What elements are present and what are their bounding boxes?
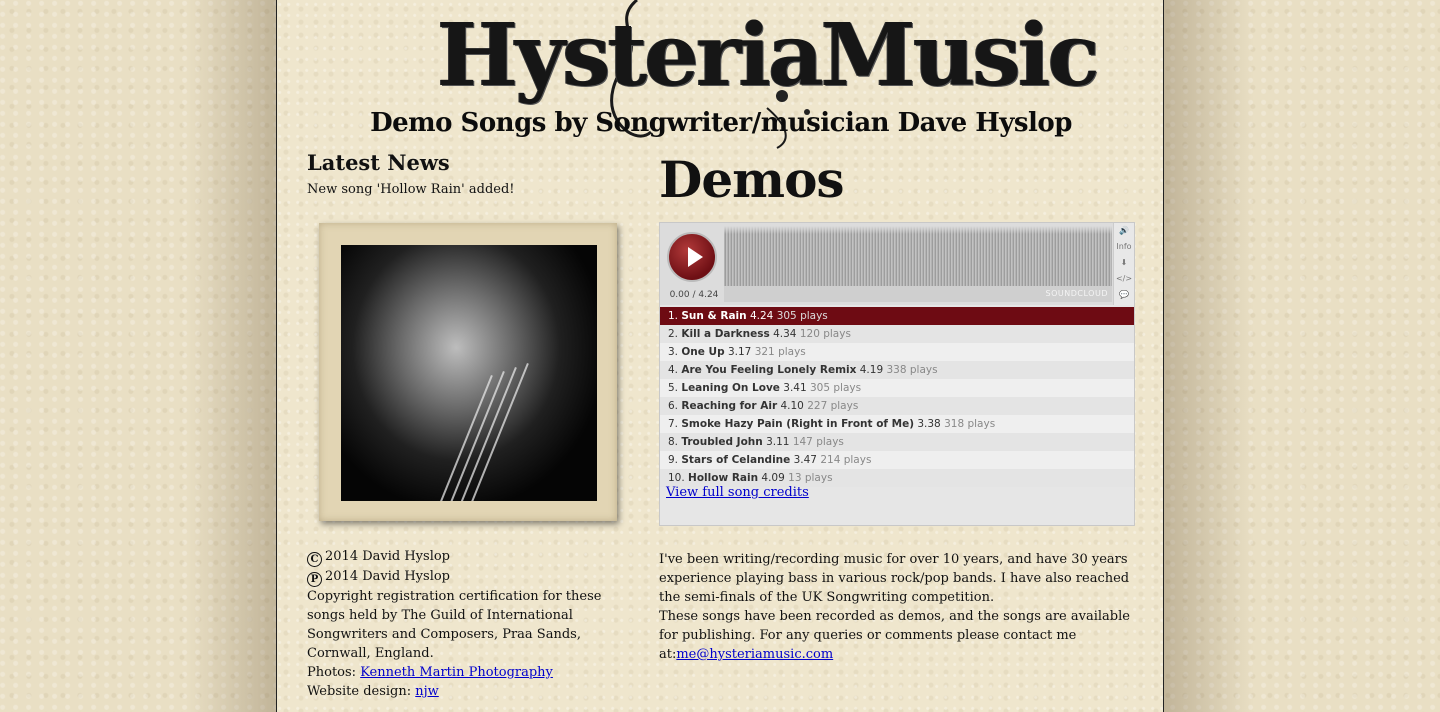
copyright-icon: C — [307, 552, 322, 567]
embed-icon[interactable]: </> — [1114, 271, 1134, 287]
track-length: 4.10 — [780, 400, 804, 412]
song-credits-link[interactable]: View full song credits — [666, 485, 809, 500]
volume-icon[interactable]: 🔊 — [1114, 223, 1134, 239]
page-container: HysteriaMusic Demo Songs by Songwriter/m… — [276, 0, 1164, 712]
artist-bio: I've been writing/recording music for ov… — [659, 550, 1139, 664]
soundcloud-player: 0.00 / 4.24 SOUNDCLOUD 🔊 Info ⬇ </> 💬 1.… — [659, 222, 1135, 526]
download-icon[interactable]: ⬇ — [1114, 255, 1134, 271]
track-number: 9. — [668, 454, 679, 466]
track-row[interactable]: 4. Are You Feeling Lonely Remix 4.19 338… — [660, 361, 1134, 379]
track-number: 7. — [668, 418, 679, 430]
track-row[interactable]: 2. Kill a Darkness 4.34 120 plays — [660, 325, 1134, 343]
track-length: 4.24 — [749, 310, 774, 322]
track-row[interactable]: 1. Sun & Rain 4.24 305 plays — [660, 307, 1134, 325]
track-number: 3. — [668, 346, 679, 358]
comment-icon[interactable]: 💬 — [1114, 287, 1134, 303]
track-length: 3.38 — [917, 418, 941, 430]
track-plays: 305 plays — [810, 382, 862, 394]
track-name: Leaning On Love — [681, 382, 780, 394]
registration-text: Copyright registration certification for… — [307, 589, 602, 661]
track-row[interactable]: 8. Troubled John 3.11 147 plays — [660, 433, 1134, 451]
track-name: Kill a Darkness — [681, 328, 770, 340]
track-name: Hollow Rain — [688, 472, 759, 484]
track-plays: 321 plays — [754, 346, 806, 358]
bio-paragraph-1: I've been writing/recording music for ov… — [659, 552, 1130, 605]
track-name: Smoke Hazy Pain (Right in Front of Me) — [681, 418, 915, 430]
track-length: 3.11 — [766, 436, 790, 448]
copyright-text: 2014 David Hyslop — [325, 549, 451, 564]
track-length: 3.17 — [727, 346, 752, 358]
left-shadow — [186, 0, 276, 712]
photo-frame — [319, 223, 617, 521]
track-plays: 120 plays — [799, 328, 851, 340]
track-plays: 13 plays — [788, 472, 833, 484]
track-plays: 305 plays — [776, 310, 828, 322]
info-button[interactable]: Info — [1114, 239, 1134, 255]
track-plays: 338 plays — [886, 364, 938, 376]
playback-time: 0.00 / 4.24 — [669, 290, 719, 300]
photographer-link[interactable]: Kenneth Martin Photography — [360, 665, 553, 680]
track-length: 3.41 — [783, 382, 807, 394]
track-row[interactable]: 6. Reaching for Air 4.10 227 plays — [660, 397, 1134, 415]
track-name: Reaching for Air — [681, 400, 778, 412]
news-item: New song 'Hollow Rain' added! — [307, 182, 515, 197]
phonogram-line: P 2014 David Hyslop — [307, 567, 627, 587]
track-name: Sun & Rain — [681, 310, 747, 322]
bio-paragraph-2: These songs have been recorded as demos,… — [659, 607, 1139, 664]
track-length: 4.09 — [761, 472, 785, 484]
track-row[interactable]: 5. Leaning On Love 3.41 305 plays — [660, 379, 1134, 397]
track-length: 3.47 — [793, 454, 817, 466]
demos-heading: Demos — [659, 150, 845, 209]
track-plays: 227 plays — [807, 400, 859, 412]
photos-credit: Photos: Kenneth Martin Photography — [307, 663, 627, 682]
design-label: Website design: — [307, 684, 416, 699]
footer-credits: C 2014 David Hyslop P 2014 David Hyslop Co… — [307, 547, 627, 701]
track-number: 2. — [668, 328, 679, 340]
soundcloud-logo[interactable]: SOUNDCLOUD — [1046, 289, 1108, 298]
phonogram-text: 2014 David Hyslop — [325, 569, 451, 584]
email-link[interactable]: me@hysteriamusic.com — [676, 647, 833, 662]
track-row[interactable]: 9. Stars of Celandine 3.47 214 plays — [660, 451, 1134, 469]
site-tagline: Demo Songs by Songwriter/musician Dave H… — [370, 108, 1072, 138]
play-button[interactable] — [667, 232, 717, 282]
track-plays: 318 plays — [944, 418, 996, 430]
track-length: 4.19 — [859, 364, 884, 376]
track-list: 1. Sun & Rain 4.24 305 plays 2. Kill a Da… — [660, 307, 1134, 487]
phonogram-icon: P — [307, 572, 322, 587]
designer-link[interactable]: njw — [415, 684, 439, 699]
track-length: 4.34 — [773, 328, 797, 340]
track-name: Stars of Celandine — [681, 454, 791, 466]
track-number: 4. — [668, 364, 679, 376]
news-heading: Latest News — [307, 150, 450, 175]
track-name: One Up — [681, 346, 725, 358]
player-side-buttons: 🔊 Info ⬇ </> 💬 — [1113, 223, 1134, 305]
design-credit: Website design: njw — [307, 682, 627, 701]
copyright-line: C 2014 David Hyslop — [307, 547, 627, 567]
site-logo[interactable]: HysteriaMusic — [437, 6, 1100, 106]
track-number: 8. — [668, 436, 679, 448]
photos-label: Photos: — [307, 665, 361, 680]
track-row[interactable]: 3. One Up 3.17 321 plays — [660, 343, 1134, 361]
track-name: Are You Feeling Lonely Remix — [681, 364, 857, 376]
track-number: 5. — [668, 382, 679, 394]
track-number: 1. — [668, 310, 679, 322]
track-row[interactable]: 7. Smoke Hazy Pain (Right in Front of Me… — [660, 415, 1134, 433]
track-name: Troubled John — [681, 436, 763, 448]
track-plays: 214 plays — [820, 454, 872, 466]
track-number: 10. — [668, 472, 685, 484]
player-header: 0.00 / 4.24 SOUNDCLOUD 🔊 Info ⬇ </> 💬 — [660, 223, 1134, 305]
right-shadow — [1164, 0, 1254, 712]
artist-photo — [341, 245, 597, 501]
track-plays: 147 plays — [792, 436, 844, 448]
track-number: 6. — [668, 400, 679, 412]
